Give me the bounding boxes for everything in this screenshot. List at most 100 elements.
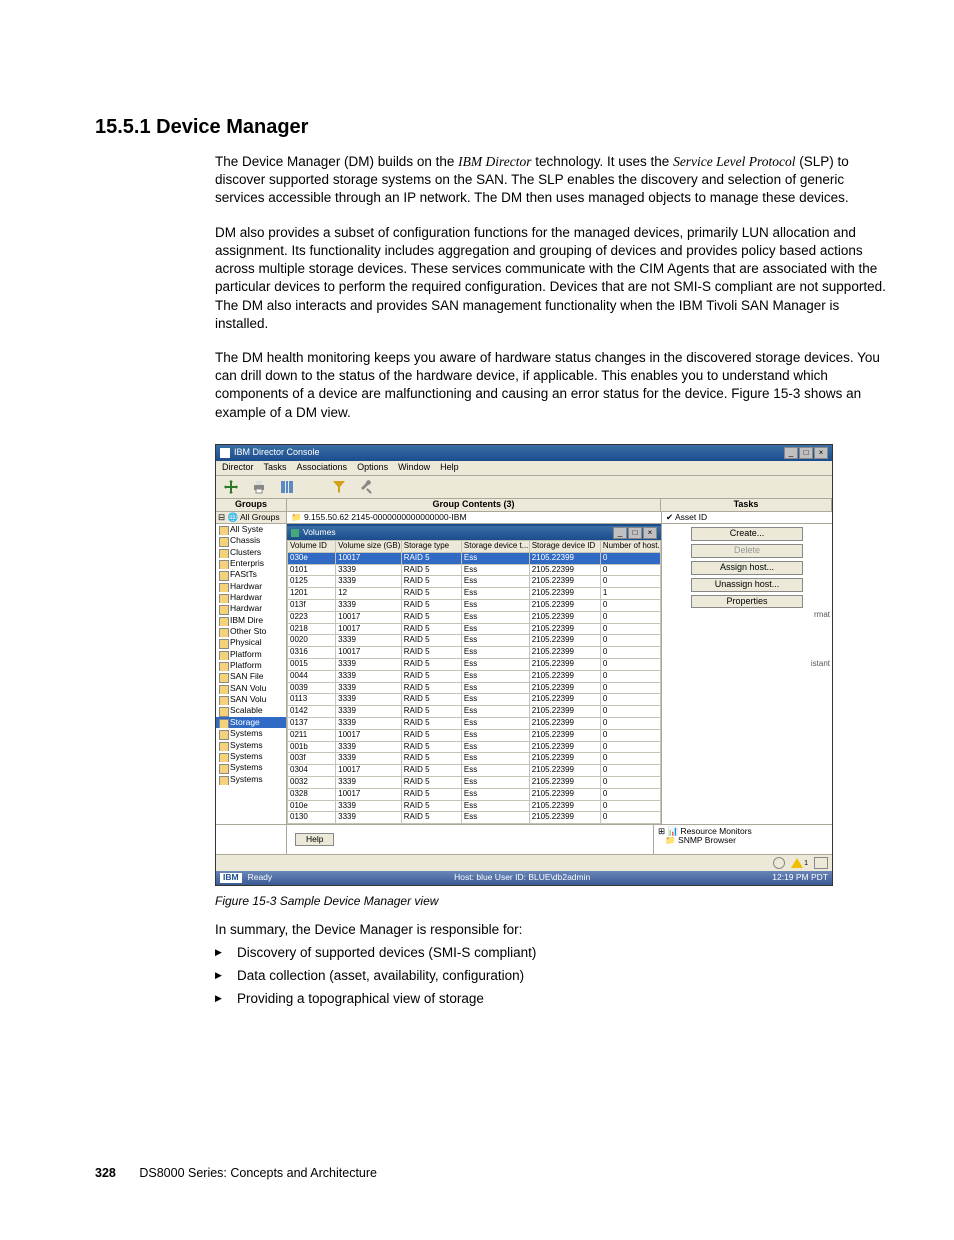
table-row[interactable]: 00323339RAID 5Ess2105.223990 [288, 776, 661, 788]
tools-icon[interactable] [360, 480, 374, 494]
tree-item[interactable]: Systems [216, 728, 286, 739]
tree-item[interactable]: Systems [216, 751, 286, 762]
table-row[interactable]: 01373339RAID 5Ess2105.223990 [288, 717, 661, 729]
inner-close-button[interactable]: × [643, 527, 657, 539]
window-titlebar[interactable]: IBM Director Console _ □ × [216, 445, 832, 461]
table-row[interactable]: 01423339RAID 5Ess2105.223990 [288, 706, 661, 718]
menu-options[interactable]: Options [357, 463, 388, 473]
content-pane: 📁 9.155.50.62 2145-0000000000000000-IBM … [287, 512, 662, 824]
minimize-button[interactable]: _ [784, 447, 798, 459]
table-row[interactable]: 01253339RAID 5Ess2105.223990 [288, 576, 661, 588]
action-button: Delete [691, 544, 803, 558]
tree-item[interactable]: Systems [216, 774, 286, 785]
tree-item[interactable]: Platform [216, 649, 286, 660]
printer-icon[interactable] [252, 480, 266, 494]
status-time: 12:19 PM PDT [772, 873, 828, 882]
tree-item[interactable]: Hardwar [216, 581, 286, 592]
table-row[interactable]: 001b3339RAID 5Ess2105.223990 [288, 741, 661, 753]
column-icon[interactable] [280, 480, 294, 494]
close-button[interactable]: × [814, 447, 828, 459]
table-row[interactable]: 00153339RAID 5Ess2105.223990 [288, 658, 661, 670]
menu-window[interactable]: Window [398, 463, 430, 473]
figure-screenshot: IBM Director Console _ □ × Director Tasks… [215, 444, 894, 886]
menu-associations[interactable]: Associations [297, 463, 348, 473]
tree-item[interactable]: Platform [216, 660, 286, 671]
snmp-browser-item[interactable]: 📁 SNMP Browser [658, 836, 828, 845]
menu-help[interactable]: Help [440, 463, 459, 473]
column-header[interactable]: Storage device ID [529, 540, 600, 552]
tree-item[interactable]: Clusters [216, 547, 286, 558]
volumes-table[interactable]: Volume IDVolume size (GB)Storage typeSto… [287, 540, 661, 824]
table-row[interactable]: 021110017RAID 5Ess2105.223990 [288, 729, 661, 741]
tree-item[interactable]: Storage [216, 717, 286, 728]
table-row[interactable]: 030e10017RAID 5Ess2105.223990 [288, 552, 661, 564]
tree-item[interactable]: Systems [216, 762, 286, 773]
col-content-header: Group Contents (3) [287, 499, 661, 511]
table-row[interactable]: 031610017RAID 5Ess2105.223990 [288, 647, 661, 659]
table-row[interactable]: 030410017RAID 5Ess2105.223990 [288, 765, 661, 777]
tree-item[interactable]: SAN File [216, 671, 286, 682]
table-row[interactable]: 021810017RAID 5Ess2105.223990 [288, 623, 661, 635]
table-row[interactable]: 00443339RAID 5Ess2105.223990 [288, 670, 661, 682]
column-header[interactable]: Volume ID [288, 540, 336, 552]
status-circle-icon [773, 857, 785, 869]
table-row[interactable]: 120112RAID 5Ess2105.223991 [288, 588, 661, 600]
tree-item[interactable]: Systems [216, 740, 286, 751]
tree-item[interactable]: Scalable [216, 705, 286, 716]
warning-icon[interactable] [791, 858, 803, 868]
column-header[interactable]: Number of host... [600, 540, 660, 552]
column-header[interactable]: Storage device t... [461, 540, 529, 552]
table-row[interactable]: 010e3339RAID 5Ess2105.223990 [288, 800, 661, 812]
col-tasks-header: Tasks [661, 499, 832, 511]
status-bar: IBM Ready Host: blue User ID: BLUE\db2ad… [216, 871, 832, 884]
tree-item[interactable]: Chassis [216, 535, 286, 546]
table-row[interactable]: 01133339RAID 5Ess2105.223990 [288, 694, 661, 706]
tree-item[interactable]: SAN Volu [216, 683, 286, 694]
table-row[interactable]: 022310017RAID 5Ess2105.223990 [288, 611, 661, 623]
groups-pane[interactable]: ⊟ 🌐 All Groups All SysteChassisClustersE… [216, 512, 287, 824]
maximize-button[interactable]: □ [799, 447, 813, 459]
tray-button[interactable] [814, 857, 828, 869]
table-row[interactable]: 003f3339RAID 5Ess2105.223990 [288, 753, 661, 765]
tree-item[interactable]: Other Sto [216, 626, 286, 637]
help-button[interactable]: Help [295, 833, 334, 846]
truncated-text-2: istant [662, 660, 832, 669]
table-row[interactable]: 00203339RAID 5Ess2105.223990 [288, 635, 661, 647]
menu-director[interactable]: Director [222, 463, 254, 473]
tree-item[interactable]: IBM Dire [216, 615, 286, 626]
tree-item[interactable]: Hardwar [216, 603, 286, 614]
table-row[interactable]: 032810017RAID 5Ess2105.223990 [288, 788, 661, 800]
move-icon[interactable] [224, 480, 238, 494]
tasks-top-item[interactable]: ✔ Asset ID [662, 512, 832, 524]
table-row[interactable]: 013f3339RAID 5Ess2105.223990 [288, 599, 661, 611]
menu-tasks[interactable]: Tasks [264, 463, 287, 473]
tasks-pane: ✔ Asset ID Create... Delete Assign host...… [662, 512, 832, 824]
column-header[interactable]: Storage type [401, 540, 461, 552]
page-footer: 328 DS8000 Series: Concepts and Architec… [95, 1166, 894, 1180]
window-title: IBM Director Console [234, 448, 320, 458]
action-button[interactable]: Unassign host... [691, 578, 803, 592]
table-row[interactable]: 01013339RAID 5Ess2105.223990 [288, 564, 661, 576]
inner-window-titlebar[interactable]: Volumes _ □ × [287, 526, 661, 540]
tree-item[interactable]: SAN Volu [216, 694, 286, 705]
tree-item[interactable]: Physical [216, 637, 286, 648]
content-breadcrumb[interactable]: 📁 9.155.50.62 2145-0000000000000000-IBM [287, 512, 661, 524]
tree-item[interactable]: All Syste [216, 524, 286, 535]
inner-maximize-button[interactable]: □ [628, 527, 642, 539]
action-button[interactable]: Assign host... [691, 561, 803, 575]
groups-root[interactable]: ⊟ 🌐 All Groups [216, 512, 286, 524]
ibm-logo: IBM [220, 873, 242, 882]
tree-item[interactable]: FAStTs [216, 569, 286, 580]
table-row[interactable]: 00393339RAID 5Ess2105.223990 [288, 682, 661, 694]
tree-item[interactable]: Enterpris [216, 558, 286, 569]
action-button[interactable]: Create... [691, 527, 803, 541]
table-row[interactable]: 01303339RAID 5Ess2105.223990 [288, 812, 661, 824]
filter-icon[interactable] [332, 480, 346, 494]
status-host: Host: blue User ID: BLUE\db2admin [272, 873, 772, 882]
bullet-item: Providing a topographical view of storag… [215, 991, 894, 1006]
inner-minimize-button[interactable]: _ [613, 527, 627, 539]
tree-item[interactable]: Hardwar [216, 592, 286, 603]
bullet-item: Data collection (asset, availability, co… [215, 968, 894, 983]
action-button[interactable]: Properties [691, 595, 803, 609]
column-header[interactable]: Volume size (GB) [336, 540, 402, 552]
